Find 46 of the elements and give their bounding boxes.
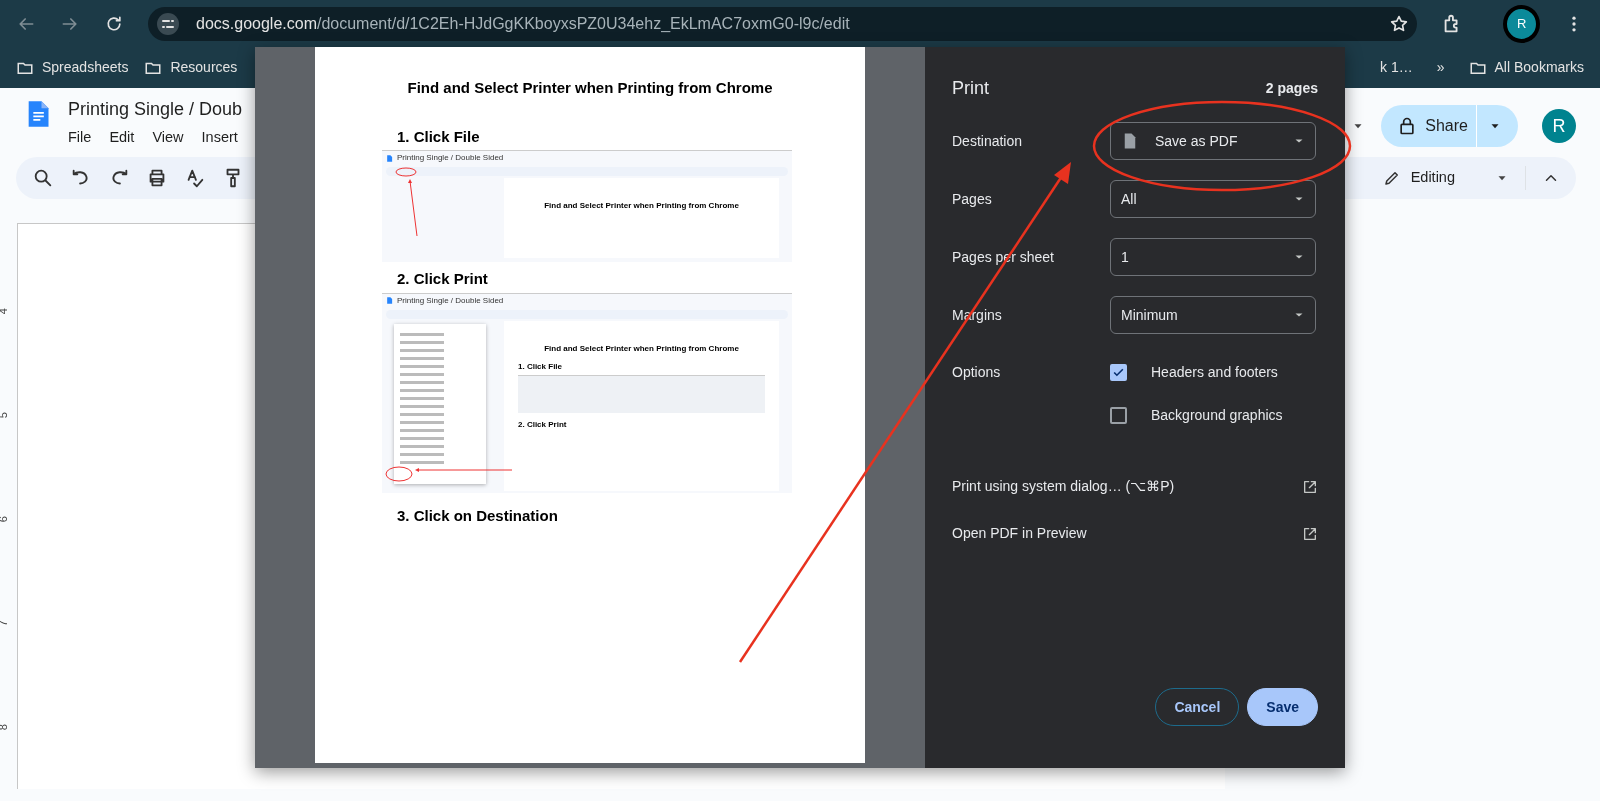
bookmark-link[interactable]: k 1… xyxy=(1380,57,1413,78)
share-button[interactable]: Share xyxy=(1381,105,1518,148)
screenshot-title: Printing Single / Double Sided xyxy=(397,152,504,164)
menu-item[interactable]: View xyxy=(152,127,184,149)
screenshot-step: 2. Click Print xyxy=(518,418,779,431)
external-link[interactable]: Print using system dialog… (⌥⌘P) xyxy=(952,476,1175,497)
step-heading: 3. Click on Destination xyxy=(397,505,559,526)
screenshot-heading: Find and Select Printer when Printing from Chrome xyxy=(543,200,740,212)
menu-item[interactable]: Insert xyxy=(201,127,238,149)
ruler-number: 5 xyxy=(0,411,10,419)
bookmark-link[interactable]: Resources xyxy=(170,57,238,78)
account-avatar[interactable]: R xyxy=(1542,109,1576,144)
setting-label: Pages xyxy=(952,189,993,209)
dialog-title: Print xyxy=(952,77,989,100)
screenshot-title: Printing Single / Double Sided xyxy=(397,294,504,307)
select-field[interactable]: Save as PDF xyxy=(1110,122,1316,160)
preview-heading: Find and Select Printer when Printing from Chrome xyxy=(406,78,774,98)
checkbox-label: Headers and footers xyxy=(1151,363,1278,382)
select-field[interactable]: Minimum xyxy=(1110,296,1316,334)
screenshot-heading: Find and Select Printer when Printing from Chrome xyxy=(543,342,740,355)
bookmarks-overflow[interactable]: » xyxy=(1436,57,1445,78)
external-link[interactable]: Open PDF in Preview xyxy=(952,523,1087,544)
page-count: 2 pages xyxy=(1265,79,1318,98)
select-field[interactable]: All xyxy=(1110,180,1316,218)
address-bar[interactable]: docs.google.com/document/d/1C2Eh-HJdGgKKboyxsPZ0U34ehz_EkLmAC7oxmG0-l9c/edit xyxy=(148,6,1418,41)
ruler-number: 8 xyxy=(0,723,10,731)
profile-avatar[interactable]: R xyxy=(1503,4,1540,43)
document-title[interactable]: Printing Single / Doub xyxy=(68,96,243,123)
ruler-number: 6 xyxy=(0,515,10,523)
editing-mode-dropdown[interactable]: Editing xyxy=(1382,166,1509,189)
setting-label: Destination xyxy=(952,131,1024,151)
menu-item[interactable]: Edit xyxy=(109,127,135,149)
mode-label: Editing xyxy=(1410,167,1455,187)
step-heading: 1. Click File xyxy=(397,126,481,147)
ruler-number: 4 xyxy=(0,307,10,315)
save-button[interactable]: Save xyxy=(1247,688,1318,726)
ruler-number: 7 xyxy=(0,619,10,627)
bookmark-link[interactable]: All Bookmarks xyxy=(1494,57,1584,78)
setting-label: Options xyxy=(952,363,1002,382)
menu-item[interactable]: File xyxy=(68,127,92,149)
url-text: docs.google.com/document/d/1C2Eh-HJdGgKKboyxsPZ0U34ehz_EkLmAC7oxmG0-l9c/edit xyxy=(196,13,850,34)
screenshot-step: 1. Click File xyxy=(518,360,779,373)
bookmark-link[interactable]: Spreadsheets xyxy=(42,57,129,78)
checkbox-label: Background graphics xyxy=(1151,406,1283,425)
step-heading: 2. Click Print xyxy=(397,269,489,289)
select-field[interactable]: 1 xyxy=(1110,238,1316,276)
